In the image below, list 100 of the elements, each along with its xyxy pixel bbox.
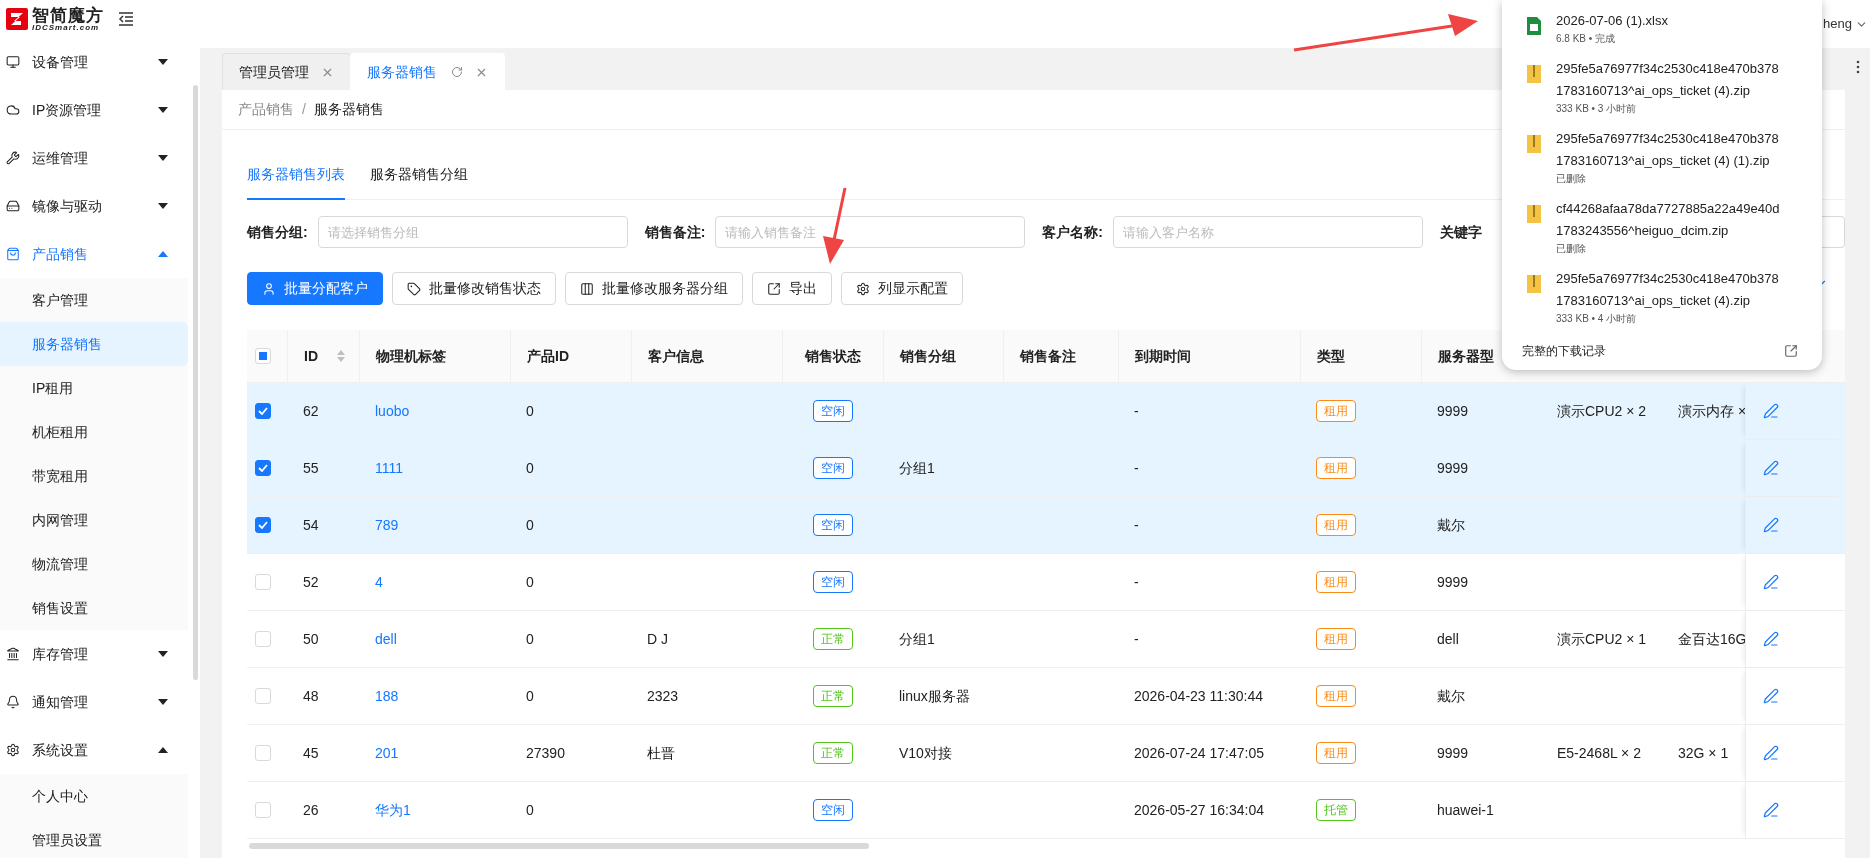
page-tab[interactable]: 管理员管理 xyxy=(222,53,351,90)
scrollbar[interactable] xyxy=(193,85,198,680)
select-all-checkbox[interactable] xyxy=(255,348,271,364)
column-header: 产品ID xyxy=(527,346,569,366)
menu-collapse-icon[interactable] xyxy=(118,12,134,26)
submenu-item[interactable]: 服务器销售 xyxy=(0,322,188,366)
content-tab[interactable]: 服务器销售分组 xyxy=(370,150,468,200)
sidebar-item[interactable]: IP资源管理 xyxy=(0,86,188,134)
filter-field[interactable]: 请选择销售分组 xyxy=(317,216,628,248)
server-tag-link[interactable]: 华为1 xyxy=(375,799,411,821)
status-tag: 空闲 xyxy=(812,571,853,593)
sidebar-item[interactable]: 设备管理 xyxy=(0,38,188,86)
page-tab[interactable]: 服务器销售 xyxy=(350,53,505,90)
file-name: 295fe5a76977f34c2530c418e470b378 1783160713^ai_ops_ticket (4).zip xyxy=(1556,60,1780,100)
horizontal-scrollbar[interactable] xyxy=(249,843,869,849)
submenu-item[interactable]: 机柜租用 xyxy=(0,410,188,454)
table-cell-text: 2026-07-24 17:47:05 xyxy=(1134,743,1264,763)
server-tag-link[interactable]: luobo xyxy=(375,400,410,422)
table-cell-text: - xyxy=(1134,515,1139,535)
submenu-item[interactable]: 个人中心 xyxy=(0,774,188,818)
sidebar-item[interactable]: 产品销售 xyxy=(0,230,188,278)
action-button[interactable]: 列显示配置 xyxy=(841,272,963,305)
edit-icon[interactable] xyxy=(1763,688,1779,704)
submenu-item[interactable]: IP租用 xyxy=(0,366,188,410)
download-history-link[interactable]: 完整的下载记录 xyxy=(1522,342,1606,360)
table-cell-text: linux服务器 xyxy=(899,686,970,706)
server-tag-link[interactable]: 4 xyxy=(375,571,383,593)
table-cell-text: 0 xyxy=(526,515,534,535)
action-button[interactable]: 批量修改销售状态 xyxy=(392,272,556,305)
edit-icon[interactable] xyxy=(1763,745,1779,761)
status-tag: 空闲 xyxy=(812,799,853,821)
sidebar-item[interactable]: 通知管理 xyxy=(0,678,188,726)
edit-icon[interactable] xyxy=(1763,631,1779,647)
table-cell-text: - xyxy=(1134,572,1139,592)
sidebar-item[interactable]: 运维管理 xyxy=(0,134,188,182)
row-checkbox[interactable] xyxy=(255,460,271,476)
edit-icon[interactable] xyxy=(1763,802,1779,818)
server-tag-link[interactable]: 201 xyxy=(375,742,399,764)
table-cell-text: 2323 xyxy=(647,686,679,706)
server-tag-link[interactable]: 789 xyxy=(375,514,399,536)
status-tag: 托管 xyxy=(1316,799,1356,821)
user-icon xyxy=(262,281,276,296)
status-tag: 空闲 xyxy=(812,514,853,536)
action-button[interactable]: 批量修改服务器分组 xyxy=(565,272,743,305)
row-checkbox[interactable] xyxy=(255,517,271,533)
user-name[interactable]: heng xyxy=(1823,14,1852,34)
download-item[interactable]: cf44268afaa78da7727885a22a49e40d 1783243556^heiguo_dcim.zip 已删除 xyxy=(1502,192,1822,262)
server-tag-link[interactable]: 188 xyxy=(375,685,399,707)
sidebar-item[interactable]: 镜像与驱动 xyxy=(0,182,188,230)
submenu-item[interactable]: 带宽租用 xyxy=(0,454,188,498)
column-header: ID xyxy=(304,346,318,366)
breadcrumb-item[interactable]: 产品销售 xyxy=(238,99,294,120)
menu-icon xyxy=(6,247,20,261)
status-tag: 租用 xyxy=(1316,400,1356,422)
zip-file-icon xyxy=(1526,204,1542,224)
table-cell-text: 分组1 xyxy=(899,458,935,478)
action-button[interactable]: 批量分配客户 xyxy=(247,272,383,305)
table-cell-text: 戴尔 xyxy=(1437,686,1465,706)
content-tab[interactable]: 服务器销售列表 xyxy=(247,150,345,200)
submenu-item[interactable]: 销售设置 xyxy=(0,586,188,630)
submenu-item[interactable]: 管理员设置 xyxy=(0,818,188,858)
server-tag-link[interactable]: 1111 xyxy=(375,457,404,479)
refresh-icon[interactable] xyxy=(451,66,463,78)
filter-field[interactable]: 请输入客户名称 xyxy=(1113,216,1423,248)
table-cell-text: 演示内存 × xyxy=(1678,401,1747,421)
open-external-icon[interactable] xyxy=(1784,344,1798,358)
row-checkbox[interactable] xyxy=(255,403,271,419)
table-cell-text: 26 xyxy=(303,800,319,820)
column-header: 服务器型 xyxy=(1438,346,1494,366)
menu-icon xyxy=(6,199,20,213)
download-item[interactable]: 295fe5a76977f34c2530c418e470b378 1783160713^ai_ops_ticket (4).zip 333 KB • 4 小时前 xyxy=(1502,262,1822,332)
action-button[interactable]: 导出 xyxy=(752,272,832,305)
filter-field[interactable]: 请输入销售备注 xyxy=(715,216,1026,248)
file-name: 2026-07-06 (1).xlsx xyxy=(1556,12,1669,30)
sidebar-item[interactable]: 库存管理 xyxy=(0,630,188,678)
status-tag: 租用 xyxy=(1316,742,1356,764)
menu-icon xyxy=(6,103,20,117)
edit-icon[interactable] xyxy=(1763,460,1779,476)
download-item[interactable]: 295fe5a76977f34c2530c418e470b378 1783160713^ai_ops_ticket (4).zip 333 KB • 3 小时前 xyxy=(1502,52,1822,122)
submenu-item[interactable]: 内网管理 xyxy=(0,498,188,542)
table-cell-text: 金百达16G xyxy=(1678,629,1747,649)
export-icon xyxy=(767,281,781,296)
more-icon[interactable] xyxy=(1855,60,1860,74)
table-cell-text: 9999 xyxy=(1437,572,1469,592)
submenu-item[interactable]: 物流管理 xyxy=(0,542,188,586)
column-header: 客户信息 xyxy=(648,346,704,366)
edit-icon[interactable] xyxy=(1763,517,1779,533)
download-item[interactable]: 295fe5a76977f34c2530c418e470b378 1783160713^ai_ops_ticket (4) (1).zip 已删除 xyxy=(1502,122,1822,192)
submenu-item[interactable]: 客户管理 xyxy=(0,278,188,322)
table-cell-text: dell xyxy=(1437,629,1459,649)
breadcrumb-item: 服务器销售 xyxy=(313,100,384,119)
edit-icon[interactable] xyxy=(1763,403,1779,419)
column-header: 销售备注 xyxy=(1020,346,1076,366)
edit-icon[interactable] xyxy=(1763,574,1779,590)
server-tag-link[interactable]: dell xyxy=(375,628,397,650)
sidebar-item[interactable]: 系统设置 xyxy=(0,726,188,774)
download-item[interactable]: 2026-07-06 (1).xlsx 6.8 KB • 完成 xyxy=(1502,4,1822,52)
status-tag: 正常 xyxy=(812,742,853,764)
check-icon xyxy=(258,464,268,472)
filter-label: 客户名称: xyxy=(1042,222,1103,242)
